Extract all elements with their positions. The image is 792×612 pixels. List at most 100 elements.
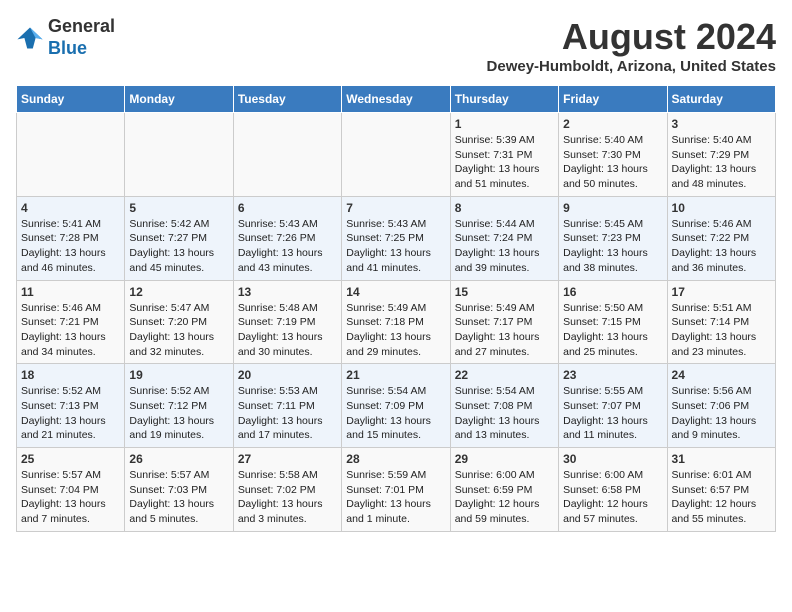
calendar-day-cell bbox=[233, 113, 341, 197]
calendar-day-cell: 12Sunrise: 5:47 AM Sunset: 7:20 PM Dayli… bbox=[125, 280, 233, 364]
calendar-day-cell: 30Sunrise: 6:00 AM Sunset: 6:58 PM Dayli… bbox=[559, 448, 667, 532]
day-of-week-header: Sunday bbox=[17, 86, 125, 113]
day-detail: Sunrise: 5:49 AM Sunset: 7:18 PM Dayligh… bbox=[346, 301, 445, 360]
calendar-day-cell: 29 Sunrise: 6:00 AM Sunset: 6:59 PM Dayli… bbox=[450, 448, 558, 532]
day-detail: Sunrise: 5:53 AM Sunset: 7:11 PM Dayligh… bbox=[238, 384, 337, 443]
day-detail: Sunrise: 5:51 AM Sunset: 7:14 PM Dayligh… bbox=[672, 301, 771, 360]
day-number: 5 bbox=[129, 201, 228, 215]
calendar-day-cell: 3Sunrise: 5:40 AM Sunset: 7:29 PM Daylig… bbox=[667, 113, 775, 197]
logo-text: General Blue bbox=[48, 16, 115, 59]
page-header: General Blue August 2024 Dewey-Humboldt,… bbox=[16, 16, 776, 75]
calendar-day-cell: 15 Sunrise: 5:49 AM Sunset: 7:17 PM Dayli… bbox=[450, 280, 558, 364]
calendar-day-cell: 6 Sunrise: 5:43 AM Sunset: 7:26 PM Daylig… bbox=[233, 196, 341, 280]
day-detail: Sunrise: 5:45 AM Sunset: 7:23 PM Dayligh… bbox=[563, 217, 662, 276]
day-detail: Sunrise: 5:44 AM Sunset: 7:24 PM Dayligh… bbox=[455, 217, 554, 276]
logo: General Blue bbox=[16, 16, 115, 59]
day-number: 4 bbox=[21, 201, 120, 215]
calendar-day-cell: 25Sunrise: 5:57 AM Sunset: 7:04 PM Dayli… bbox=[17, 448, 125, 532]
day-number: 25 bbox=[21, 452, 120, 466]
day-detail: Sunrise: 5:50 AM Sunset: 7:15 PM Dayligh… bbox=[563, 301, 662, 360]
day-detail: Sunrise: 5:49 AM Sunset: 7:17 PM Dayligh… bbox=[455, 301, 554, 360]
calendar-day-cell: 20 Sunrise: 5:53 AM Sunset: 7:11 PM Dayli… bbox=[233, 364, 341, 448]
day-detail: Sunrise: 5:54 AM Sunset: 7:08 PM Dayligh… bbox=[455, 384, 554, 443]
day-number: 14 bbox=[346, 285, 445, 299]
day-number: 24 bbox=[672, 368, 771, 382]
day-of-week-header: Monday bbox=[125, 86, 233, 113]
day-detail: Sunrise: 5:43 AM Sunset: 7:26 PM Dayligh… bbox=[238, 217, 337, 276]
day-detail: Sunrise: 6:00 AM Sunset: 6:59 PM Dayligh… bbox=[455, 468, 554, 527]
day-detail: Sunrise: 5:58 AM Sunset: 7:02 PM Dayligh… bbox=[238, 468, 337, 527]
day-of-week-header: Friday bbox=[559, 86, 667, 113]
day-detail: Sunrise: 5:57 AM Sunset: 7:03 PM Dayligh… bbox=[129, 468, 228, 527]
calendar-day-cell: 11 Sunrise: 5:46 AM Sunset: 7:21 PM Dayli… bbox=[17, 280, 125, 364]
calendar-day-cell: 26 Sunrise: 5:57 AM Sunset: 7:03 PM Dayli… bbox=[125, 448, 233, 532]
title-block: August 2024 Dewey-Humboldt, Arizona, Uni… bbox=[487, 16, 776, 75]
calendar-day-cell: 16Sunrise: 5:50 AM Sunset: 7:15 PM Dayli… bbox=[559, 280, 667, 364]
calendar-header-row: SundayMondayTuesdayWednesdayThursdayFrid… bbox=[17, 86, 776, 113]
day-detail: Sunrise: 5:43 AM Sunset: 7:25 PM Dayligh… bbox=[346, 217, 445, 276]
calendar-day-cell bbox=[17, 113, 125, 197]
day-number: 3 bbox=[672, 117, 771, 131]
day-number: 22 bbox=[455, 368, 554, 382]
calendar-day-cell: 2Sunrise: 5:40 AM Sunset: 7:30 PM Daylig… bbox=[559, 113, 667, 197]
calendar-week-row: 25Sunrise: 5:57 AM Sunset: 7:04 PM Dayli… bbox=[17, 448, 776, 532]
day-detail: Sunrise: 6:01 AM Sunset: 6:57 PM Dayligh… bbox=[672, 468, 771, 527]
day-number: 30 bbox=[563, 452, 662, 466]
day-number: 6 bbox=[238, 201, 337, 215]
day-detail: Sunrise: 5:39 AM Sunset: 7:31 PM Dayligh… bbox=[455, 133, 554, 192]
day-number: 23 bbox=[563, 368, 662, 382]
day-number: 20 bbox=[238, 368, 337, 382]
day-number: 1 bbox=[455, 117, 554, 131]
day-of-week-header: Wednesday bbox=[342, 86, 450, 113]
day-number: 29 bbox=[455, 452, 554, 466]
calendar-day-cell: 14 Sunrise: 5:49 AM Sunset: 7:18 PM Dayli… bbox=[342, 280, 450, 364]
calendar-day-cell: 24 Sunrise: 5:56 AM Sunset: 7:06 PM Dayli… bbox=[667, 364, 775, 448]
day-number: 28 bbox=[346, 452, 445, 466]
calendar-day-cell: 4 Sunrise: 5:41 AM Sunset: 7:28 PM Daylig… bbox=[17, 196, 125, 280]
day-number: 18 bbox=[21, 368, 120, 382]
calendar-day-cell: 27 Sunrise: 5:58 AM Sunset: 7:02 PM Dayli… bbox=[233, 448, 341, 532]
day-detail: Sunrise: 5:42 AM Sunset: 7:27 PM Dayligh… bbox=[129, 217, 228, 276]
day-number: 11 bbox=[21, 285, 120, 299]
calendar-day-cell: 23Sunrise: 5:55 AM Sunset: 7:07 PM Dayli… bbox=[559, 364, 667, 448]
calendar-day-cell: 7 Sunrise: 5:43 AM Sunset: 7:25 PM Daylig… bbox=[342, 196, 450, 280]
day-detail: Sunrise: 5:46 AM Sunset: 7:21 PM Dayligh… bbox=[21, 301, 120, 360]
calendar-table: SundayMondayTuesdayWednesdayThursdayFrid… bbox=[16, 85, 776, 532]
calendar-day-cell: 28Sunrise: 5:59 AM Sunset: 7:01 PM Dayli… bbox=[342, 448, 450, 532]
day-number: 9 bbox=[563, 201, 662, 215]
day-detail: Sunrise: 5:48 AM Sunset: 7:19 PM Dayligh… bbox=[238, 301, 337, 360]
calendar-day-cell: 22 Sunrise: 5:54 AM Sunset: 7:08 PM Dayli… bbox=[450, 364, 558, 448]
day-detail: Sunrise: 5:56 AM Sunset: 7:06 PM Dayligh… bbox=[672, 384, 771, 443]
day-number: 7 bbox=[346, 201, 445, 215]
calendar-week-row: 4 Sunrise: 5:41 AM Sunset: 7:28 PM Daylig… bbox=[17, 196, 776, 280]
calendar-day-cell: 8 Sunrise: 5:44 AM Sunset: 7:24 PM Daylig… bbox=[450, 196, 558, 280]
calendar-week-row: 11 Sunrise: 5:46 AM Sunset: 7:21 PM Dayli… bbox=[17, 280, 776, 364]
calendar-day-cell: 13Sunrise: 5:48 AM Sunset: 7:19 PM Dayli… bbox=[233, 280, 341, 364]
calendar-day-cell: 9 Sunrise: 5:45 AM Sunset: 7:23 PM Daylig… bbox=[559, 196, 667, 280]
calendar-day-cell bbox=[125, 113, 233, 197]
day-number: 21 bbox=[346, 368, 445, 382]
calendar-day-cell: 19Sunrise: 5:52 AM Sunset: 7:12 PM Dayli… bbox=[125, 364, 233, 448]
calendar-day-cell: 18 Sunrise: 5:52 AM Sunset: 7:13 PM Dayli… bbox=[17, 364, 125, 448]
logo-bird-icon bbox=[16, 24, 44, 52]
day-detail: Sunrise: 5:47 AM Sunset: 7:20 PM Dayligh… bbox=[129, 301, 228, 360]
day-number: 26 bbox=[129, 452, 228, 466]
day-detail: Sunrise: 5:41 AM Sunset: 7:28 PM Dayligh… bbox=[21, 217, 120, 276]
day-number: 17 bbox=[672, 285, 771, 299]
day-detail: Sunrise: 5:52 AM Sunset: 7:13 PM Dayligh… bbox=[21, 384, 120, 443]
day-number: 27 bbox=[238, 452, 337, 466]
calendar-subtitle: Dewey-Humboldt, Arizona, United States bbox=[487, 58, 776, 75]
calendar-day-cell: 5 Sunrise: 5:42 AM Sunset: 7:27 PM Daylig… bbox=[125, 196, 233, 280]
calendar-day-cell: 17 Sunrise: 5:51 AM Sunset: 7:14 PM Dayli… bbox=[667, 280, 775, 364]
day-number: 8 bbox=[455, 201, 554, 215]
day-of-week-header: Thursday bbox=[450, 86, 558, 113]
calendar-day-cell: 31 Sunrise: 6:01 AM Sunset: 6:57 PM Dayli… bbox=[667, 448, 775, 532]
day-of-week-header: Saturday bbox=[667, 86, 775, 113]
calendar-week-row: 18 Sunrise: 5:52 AM Sunset: 7:13 PM Dayli… bbox=[17, 364, 776, 448]
calendar-title: August 2024 bbox=[487, 16, 776, 58]
day-number: 15 bbox=[455, 285, 554, 299]
calendar-day-cell: 1 Sunrise: 5:39 AM Sunset: 7:31 PM Daylig… bbox=[450, 113, 558, 197]
day-number: 31 bbox=[672, 452, 771, 466]
calendar-day-cell: 10Sunrise: 5:46 AM Sunset: 7:22 PM Dayli… bbox=[667, 196, 775, 280]
day-detail: Sunrise: 5:52 AM Sunset: 7:12 PM Dayligh… bbox=[129, 384, 228, 443]
